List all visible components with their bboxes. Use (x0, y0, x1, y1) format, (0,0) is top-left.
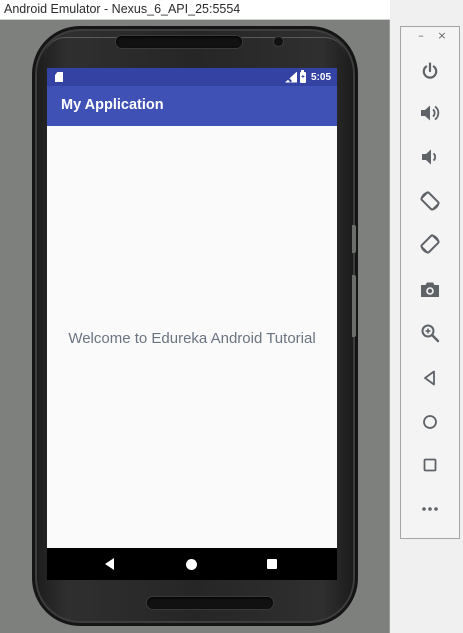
app-content: Welcome to Edureka Android Tutorial (47, 126, 337, 548)
overview-square-icon (423, 458, 437, 472)
sd-card-icon (55, 72, 63, 82)
rotate-left-icon (420, 191, 440, 211)
status-bar: 5:05 (47, 68, 337, 86)
phone-volume-key[interactable] (352, 275, 356, 337)
volume-up-icon (421, 105, 440, 121)
zoom-button[interactable] (415, 319, 445, 347)
emulator-window: Android Emulator - Nexus_6_API_25:5554 5… (0, 0, 390, 633)
emulator-toolbar: – × (400, 26, 460, 539)
phone-power-key[interactable] (352, 225, 356, 253)
rotate-right-button[interactable] (415, 230, 445, 258)
rotate-left-button[interactable] (415, 187, 445, 215)
nav-back-button[interactable] (105, 558, 114, 570)
front-camera (274, 37, 283, 46)
toolbar-overview-button[interactable] (415, 451, 445, 479)
power-button[interactable] (415, 57, 445, 85)
device-screen[interactable]: 5:05 My Application Welcome to Edureka A… (47, 68, 337, 580)
volume-up-button[interactable] (415, 99, 445, 127)
navigation-bar (47, 548, 337, 580)
app-bar: My Application (47, 86, 337, 126)
toolbar-back-button[interactable] (415, 364, 445, 392)
nav-recents-button[interactable] (267, 559, 277, 569)
zoom-icon (421, 324, 440, 343)
bottom-speaker-grille (147, 597, 273, 609)
back-triangle-icon (424, 370, 435, 386)
window-titlebar[interactable]: Android Emulator - Nexus_6_API_25:5554 (0, 0, 390, 20)
toolbar-home-button[interactable] (415, 408, 445, 436)
rotate-right-icon (420, 234, 440, 254)
more-icon (422, 507, 438, 511)
volume-down-button[interactable] (415, 143, 445, 171)
battery-charging-icon (299, 69, 306, 83)
toolbar-minimize-button[interactable]: – (414, 29, 428, 43)
welcome-message: Welcome to Edureka Android Tutorial (68, 330, 316, 347)
app-title: My Application (61, 97, 164, 113)
window-title: Android Emulator - Nexus_6_API_25:5554 (4, 2, 241, 16)
nav-home-button[interactable] (186, 559, 197, 570)
status-indicators: 5:05 (285, 69, 331, 84)
toolbar-more-button[interactable] (415, 495, 445, 523)
signal-icon (285, 72, 297, 83)
top-speaker-grille (116, 36, 242, 48)
power-icon (422, 62, 438, 79)
toolbar-close-button[interactable]: × (435, 29, 449, 43)
camera-icon (421, 282, 439, 297)
screenshot-button[interactable] (415, 276, 445, 304)
home-circle-icon (423, 415, 437, 429)
status-clock: 5:05 (310, 71, 331, 83)
volume-down-icon (422, 149, 437, 165)
